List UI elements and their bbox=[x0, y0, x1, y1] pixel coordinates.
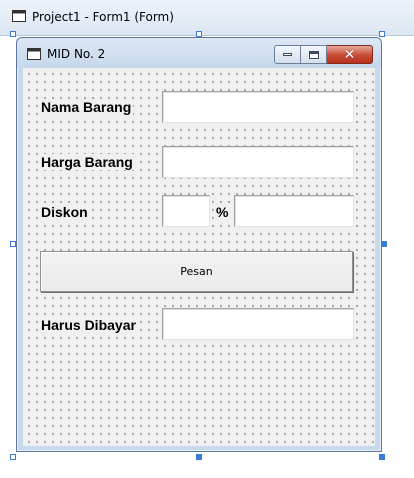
form-title: MID No. 2 bbox=[47, 47, 106, 61]
form-window: MID No. 2 ✕ Nama Barang Harga Barang Dis… bbox=[16, 37, 382, 452]
form-window-icon bbox=[27, 48, 41, 60]
form-client-area[interactable]: Nama Barang Harga Barang Diskon % Pesan … bbox=[23, 68, 375, 446]
maximize-icon bbox=[308, 50, 319, 59]
diskon-amount-input[interactable] bbox=[234, 195, 354, 227]
minimize-button[interactable] bbox=[274, 45, 301, 64]
form-designer-window: Project1 - Form1 (Form) MID No. 2 ✕ Nama… bbox=[0, 0, 414, 478]
nama-barang-input[interactable] bbox=[162, 91, 354, 123]
resize-handle-bottom[interactable] bbox=[196, 454, 202, 460]
percent-sign-label: % bbox=[214, 204, 231, 220]
label-diskon: Diskon bbox=[39, 204, 90, 220]
pesan-button[interactable]: Pesan bbox=[40, 251, 353, 292]
maximize-button[interactable] bbox=[301, 45, 327, 64]
label-nama-barang: Nama Barang bbox=[39, 99, 134, 115]
harga-barang-input[interactable] bbox=[162, 146, 354, 178]
diskon-percent-input[interactable] bbox=[162, 195, 210, 227]
label-harus-dibayar: Harus Dibayar bbox=[39, 317, 138, 333]
label-harga-barang: Harga Barang bbox=[39, 154, 135, 170]
resize-handle-bottom-left bbox=[10, 454, 16, 460]
harus-dibayar-input[interactable] bbox=[162, 308, 354, 340]
resize-handle-bottom-right[interactable] bbox=[379, 454, 385, 460]
resize-handle-top-right bbox=[379, 31, 385, 37]
close-button[interactable]: ✕ bbox=[327, 45, 373, 64]
form-title-bar[interactable]: MID No. 2 ✕ bbox=[17, 38, 381, 68]
resize-handle-top-left bbox=[10, 31, 16, 37]
close-icon: ✕ bbox=[343, 46, 356, 63]
designer-title-bar: Project1 - Form1 (Form) bbox=[0, 0, 414, 36]
form-window-icon bbox=[12, 10, 26, 22]
designer-title: Project1 - Form1 (Form) bbox=[32, 10, 174, 24]
minimize-icon bbox=[283, 53, 292, 56]
